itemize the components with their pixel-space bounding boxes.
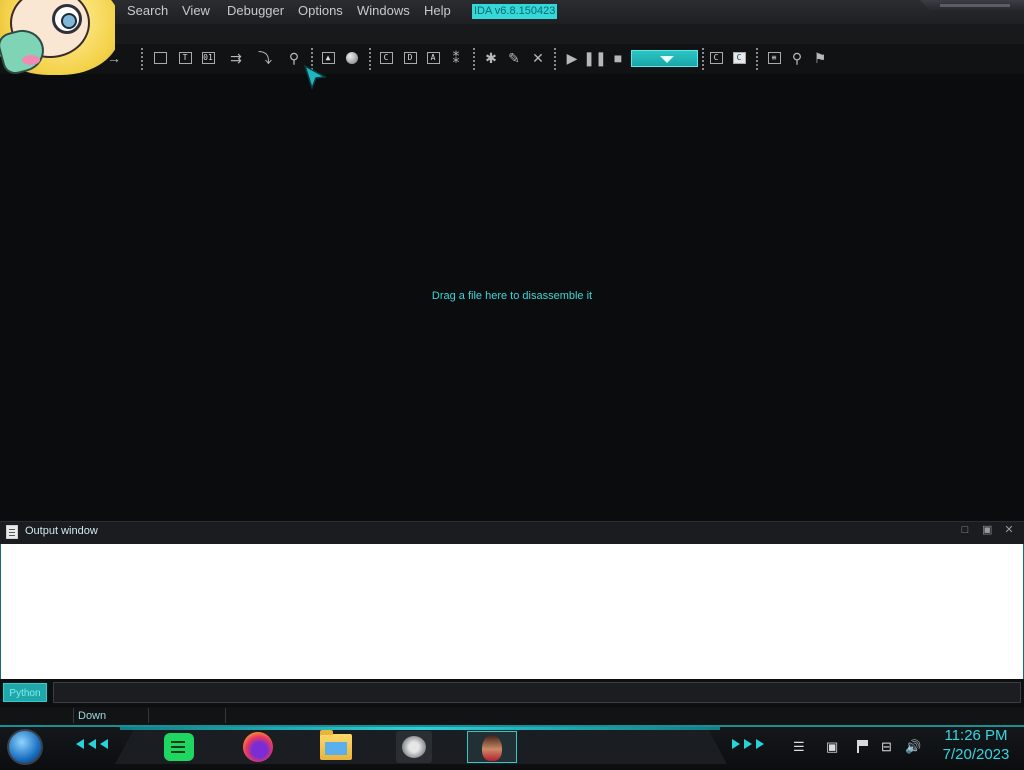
undefine-icon[interactable]: ✕ [530, 50, 546, 66]
toolbar-separator [141, 48, 143, 70]
toolbar-separator [554, 48, 556, 70]
clock-time[interactable]: 11:26 PM [936, 727, 1016, 744]
restore-icon[interactable]: ▣ [982, 525, 992, 536]
pause-icon[interactable]: ❚❚ [583, 50, 606, 66]
mascot-blush [22, 55, 40, 65]
mascot-sticker [0, 0, 115, 78]
chevron-right-icon [756, 739, 764, 749]
clock-date[interactable]: 7/20/2023 [936, 746, 1016, 763]
output-window-titlebar[interactable] [0, 521, 1024, 544]
output-window-body[interactable] [0, 544, 1024, 679]
ida-icon[interactable] [396, 731, 432, 763]
cross-ref-icon[interactable]: ✱ [483, 50, 499, 66]
flow-chart-icon[interactable]: ⚑ [812, 50, 828, 66]
menu-search[interactable]: Search [127, 3, 168, 18]
maximize-icon[interactable]: □ [960, 525, 970, 536]
circle-icon[interactable] [344, 50, 360, 66]
start-button[interactable] [7, 729, 43, 765]
toolbar-separator [756, 48, 758, 70]
output-window-icon [6, 525, 18, 539]
volume-icon[interactable]: 🔊 [905, 739, 921, 754]
status-divider [148, 708, 149, 723]
drop-hint: Drag a file here to disassemble it [431, 290, 593, 302]
options-icon[interactable]: ≡ [766, 50, 782, 66]
menu-options[interactable]: Options [298, 3, 343, 18]
toolbar-separator [702, 48, 704, 70]
menu-bar [0, 24, 1024, 44]
window-title: IDA v6.8.150423 [472, 4, 558, 19]
chevron-down-icon [660, 56, 674, 63]
taskbar-accent [120, 727, 720, 730]
mascot-eye [52, 4, 82, 34]
c-pseudocode-icon[interactable]: C [731, 50, 747, 66]
title-bar-decoration-line [940, 4, 1010, 7]
interpreter-button[interactable]: Python [3, 683, 47, 702]
output-window-title: Output window [25, 525, 98, 537]
chevron-left-icon [100, 739, 108, 749]
network-icon[interactable]: ⊟ [881, 739, 892, 754]
action-center-flag-icon[interactable] [857, 740, 871, 753]
status-bar [0, 707, 1024, 725]
file-explorer-icon[interactable] [320, 730, 352, 760]
collapse-code-icon[interactable] [152, 50, 168, 66]
chevron-right-icon [744, 739, 752, 749]
menu-help[interactable]: Help [424, 3, 451, 18]
status-divider [225, 708, 226, 723]
down-arrow-icon[interactable]: ⤵ [257, 50, 273, 66]
status-state: Down [78, 710, 107, 722]
data-icon[interactable]: D [402, 50, 418, 66]
menu-windows[interactable]: Windows [357, 3, 410, 18]
command-input[interactable] [53, 682, 1021, 703]
menu-view[interactable]: View [182, 3, 210, 18]
patch-icon[interactable]: ✎ [506, 50, 522, 66]
code-icon[interactable]: C [378, 50, 394, 66]
binary-search-icon[interactable]: 01 [200, 50, 216, 66]
network-drive-icon[interactable]: ▣ [826, 739, 838, 754]
user-avatar-icon[interactable] [467, 731, 517, 763]
chevron-left-icon [88, 739, 96, 749]
start-process-icon[interactable]: ▶ [564, 50, 580, 66]
find-icon[interactable]: ⚲ [286, 50, 302, 66]
menu-debugger[interactable]: Debugger [227, 3, 284, 18]
attach-icon[interactable]: C [708, 50, 724, 66]
firefox-icon[interactable] [243, 732, 273, 762]
graph-icon[interactable]: ⚲ [789, 50, 805, 66]
text-search-icon[interactable]: T [177, 50, 193, 66]
show-hidden-icons-icon[interactable]: ☰ [793, 739, 805, 754]
close-icon[interactable]: ✕ [1004, 525, 1014, 536]
debugger-select[interactable] [631, 50, 698, 67]
chevron-right-icon [732, 739, 740, 749]
jump-icon[interactable]: ⇉ [228, 50, 244, 66]
ascii-icon[interactable]: A [425, 50, 441, 66]
toolbar-separator [473, 48, 475, 70]
chevron-left-icon [76, 739, 84, 749]
toolbar-separator [369, 48, 371, 70]
mouse-cursor-icon [303, 64, 327, 90]
spotify-icon[interactable] [164, 733, 194, 761]
stop-icon[interactable]: ■ [610, 50, 626, 66]
status-divider [73, 708, 74, 723]
struct-icon[interactable]: ⁑ [448, 50, 464, 66]
